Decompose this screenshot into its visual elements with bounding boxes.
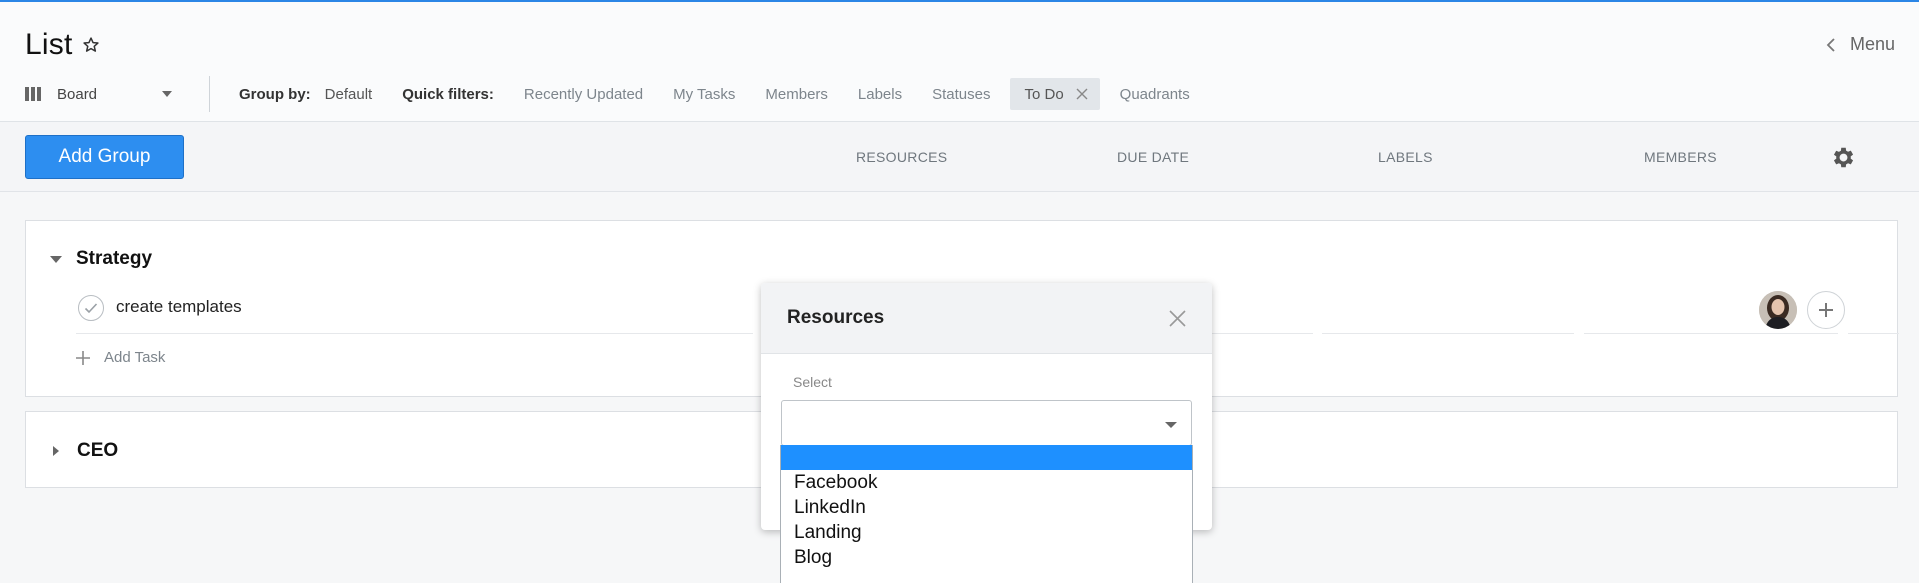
menu-button[interactable]: Menu — [1826, 34, 1895, 55]
divider — [209, 76, 210, 112]
title-row: List — [25, 28, 100, 62]
row-divider — [1322, 333, 1574, 334]
caret-right-icon — [53, 446, 59, 456]
option-facebook[interactable]: Facebook — [781, 470, 1192, 495]
add-member-button[interactable] — [1807, 291, 1845, 329]
option-empty[interactable] — [781, 445, 1192, 470]
row-divider — [1848, 333, 1899, 334]
board-icon — [25, 87, 43, 101]
quick-filter-to-do-active[interactable]: To Do — [1010, 78, 1100, 110]
add-group-button[interactable]: Add Group — [25, 135, 184, 179]
group-header-strategy[interactable]: Strategy — [50, 248, 152, 270]
caret-down-icon — [1165, 422, 1177, 428]
group-by-label: Group by: — [239, 85, 311, 103]
quick-filter-labels[interactable]: Labels — [858, 86, 902, 103]
quick-filters-label: Quick filters: — [402, 85, 494, 103]
avatar[interactable] — [1759, 291, 1797, 329]
group-title: Strategy — [76, 248, 153, 269]
filters-row: Board Group by: Default Quick filters: R… — [25, 76, 1190, 112]
view-selector-label: Board — [57, 85, 98, 103]
option-landing[interactable]: Landing — [781, 520, 1192, 545]
quick-filter-to-do-label: To Do — [1024, 85, 1064, 103]
column-header-resources[interactable]: RESOURCES — [856, 149, 947, 165]
add-task-button[interactable]: Add Task — [76, 349, 165, 366]
close-icon[interactable] — [1076, 88, 1088, 100]
modal-title: Resources — [787, 307, 885, 328]
check-icon — [84, 303, 98, 314]
group-by-value[interactable]: Default — [325, 86, 373, 103]
row-divider — [1584, 333, 1838, 334]
column-header-labels[interactable]: LABELS — [1378, 149, 1433, 165]
chevron-left-icon — [1826, 37, 1835, 52]
menu-label: Menu — [1849, 34, 1895, 54]
add-task-label: Add Task — [104, 349, 166, 366]
modal-header: Resources — [761, 283, 1212, 354]
page-title: List — [25, 28, 73, 61]
quick-filter-my-tasks[interactable]: My Tasks — [673, 86, 735, 103]
task-complete-checkbox[interactable] — [78, 295, 104, 321]
column-header-members[interactable]: MEMBERS — [1644, 149, 1717, 165]
task-name[interactable]: create templates — [116, 297, 242, 317]
group-header-ceo[interactable]: CEO — [50, 440, 118, 462]
plus-icon — [76, 350, 90, 365]
group-title: CEO — [77, 440, 119, 461]
option-linkedin[interactable]: LinkedIn — [781, 495, 1192, 520]
quick-filter-quadrants[interactable]: Quadrants — [1120, 86, 1190, 103]
caret-down-icon — [162, 91, 172, 97]
star-icon[interactable] — [82, 36, 100, 54]
column-header-due-date[interactable]: DUE DATE — [1117, 149, 1189, 165]
option-blog[interactable]: Blog — [781, 545, 1192, 570]
list-toolbar: Add Group RESOURCES DUE DATE LABELS MEMB… — [0, 122, 1919, 192]
gear-icon[interactable] — [1830, 144, 1857, 171]
select-label: Select — [793, 374, 832, 390]
caret-down-icon — [50, 255, 62, 263]
quick-filter-recently-updated[interactable]: Recently Updated — [524, 86, 643, 103]
resource-select[interactable] — [781, 400, 1192, 446]
plus-icon — [1819, 303, 1833, 317]
quick-filter-statuses[interactable]: Statuses — [932, 86, 990, 103]
row-divider — [76, 333, 753, 334]
page-header: List Menu Board Group by: Default Quick … — [0, 2, 1919, 122]
resource-options-list: Facebook LinkedIn Landing Blog — [780, 445, 1193, 583]
close-icon[interactable] — [1169, 310, 1186, 327]
quick-filter-members[interactable]: Members — [765, 86, 828, 103]
view-selector[interactable]: Board — [25, 86, 180, 103]
